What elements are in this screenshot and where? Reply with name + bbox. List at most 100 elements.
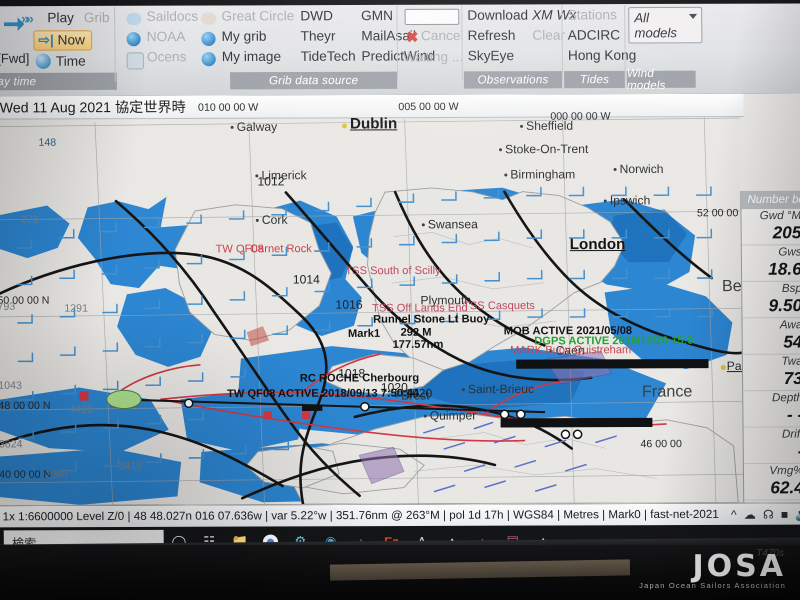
ribbon-group-observations: Download XM Wx Refresh Clear SkyEye Obse… [463, 3, 576, 89]
numbox-gwd-value: 205 [772, 223, 800, 243]
annotation-rc-roche-cherbourg: RC ROCHE Cherbourg [299, 372, 420, 385]
numbox-depth[interactable]: Depth - - [743, 391, 800, 428]
isobar-label-1014: 1014 [292, 272, 320, 287]
country-label-france: France [641, 383, 693, 401]
theyr-button[interactable]: Theyr [300, 28, 335, 43]
city-label-ipswich: Ipswich [609, 193, 651, 208]
wind-model-selected-value: All models [634, 10, 678, 41]
ribbon-toolbar: ➞ [Fwd] »» Play Grib ⇨| Now Time ay time… [0, 0, 800, 97]
now-button[interactable]: ⇨| Now [33, 30, 93, 51]
annotation-carnet-rock: Carnet Rock [249, 242, 312, 256]
city-dot-saint-brieuc [461, 388, 465, 392]
city-label-swansea: Swansea [427, 217, 478, 232]
wind-model-select[interactable]: All models [628, 6, 703, 44]
group-caption-tides: Tides [564, 70, 625, 89]
graticule-label-48n: 48 00 00 N [0, 399, 51, 413]
skyeye-button[interactable]: SkyEye [468, 48, 514, 63]
numbox-drift[interactable]: Drift - [743, 427, 800, 465]
graticule-label-52n: 52 00 00 [696, 207, 739, 220]
my-image-icon [201, 52, 216, 67]
sounding-4426: 4426 [69, 403, 94, 416]
josa-logo: JOSA [692, 549, 786, 584]
volume-icon[interactable]: 🔊 [795, 507, 800, 521]
laptop-screen: ➞ [Fwd] »» Play Grib ⇨| Now Time ay time… [0, 0, 800, 551]
battery-icon[interactable]: ■ [781, 507, 788, 521]
time-button[interactable]: Time [56, 54, 86, 69]
city-dot-quimper [423, 414, 427, 418]
numbox-gws-label: Gws [778, 246, 800, 259]
cancel-button[interactable]: Cancel [421, 28, 464, 43]
play-icon[interactable]: »» [21, 10, 31, 26]
ocens-button[interactable]: Ocens [147, 49, 187, 64]
numbox-vmg-pct[interactable]: Vmg% 62.4 [743, 463, 800, 501]
clock-icon [35, 53, 51, 69]
grib-button[interactable]: Grib [84, 10, 110, 25]
number-boxes-panel[interactable]: Number boxes Gwd °M 205 Gws 18.6 Bsp 9.5… [740, 190, 800, 506]
city-dot-norwich [613, 168, 617, 172]
clear-button[interactable]: Clear [532, 28, 565, 43]
chart-map-view[interactable]: Wed 11 Aug 2021 協定世界時 010 00 00 W 005 00… [0, 93, 800, 506]
city-label-saint-brieuc: Saint-Brieuc [467, 381, 535, 397]
cancel-x-icon[interactable]: ✖ [406, 29, 419, 46]
ribbon-group-grib-data-source: Saildocs NOAA Ocens Great Circle My grib… [118, 4, 435, 90]
numbox-awa[interactable]: Awa 54 [742, 318, 800, 355]
graticule-label-010w: 010 00 00 W [197, 101, 259, 114]
great-circle-button[interactable]: Great Circle [221, 8, 294, 23]
my-grib-icon [201, 31, 216, 47]
numbox-vmg-pct-label: Vmg% [769, 464, 800, 478]
adcirc-button[interactable]: ADCIRC [568, 27, 621, 42]
gmn-button[interactable]: GMN [361, 8, 393, 23]
city-dot-galway [230, 125, 234, 129]
saildocs-button[interactable]: Saildocs [146, 9, 198, 24]
group-caption-observations: Observations [463, 71, 563, 89]
sounding-1291: 1291 [64, 302, 89, 315]
city-label-sheffield: Sheffield [526, 118, 574, 133]
numbox-twa[interactable]: Twa 73 [742, 354, 800, 392]
great-circle-icon [201, 12, 217, 25]
annotation-tss-casquets: TSS Casquets [462, 299, 535, 313]
forecast-datetime: Wed 11 Aug 2021 協定世界時 [0, 98, 186, 116]
noaa-button[interactable]: NOAA [147, 29, 186, 44]
numbox-bsp[interactable]: Bsp 9.50 [742, 281, 800, 319]
transfer-progress-input[interactable] [404, 8, 460, 26]
download-button[interactable]: Download [467, 7, 528, 22]
sounding-3624: 3624 [0, 438, 23, 451]
sounding-148: 148 [38, 136, 57, 149]
sounding-271: 271 [20, 213, 39, 226]
country-label-be: Be [721, 277, 742, 296]
city-dot-paris [720, 364, 726, 371]
ribbon-group-display-time: ➞ [Fwd] »» Play Grib ⇨| Now Time ay time [0, 5, 117, 91]
graticule-label-005w: 005 00 00 W [398, 100, 459, 114]
chevron-up-icon[interactable]: ^ [731, 508, 737, 522]
chevron-down-icon [688, 13, 698, 20]
tidetech-button[interactable]: TideTech [301, 49, 356, 64]
numbox-gws[interactable]: Gws 18.6 [741, 245, 800, 282]
city-label-cork: Cork [261, 212, 288, 227]
numbox-awa-value: 54 [783, 332, 800, 352]
annotation-mark1: Mark1 [347, 327, 381, 340]
city-label-galway: Galway [236, 119, 278, 134]
numbox-awa-label: Awa [779, 319, 800, 332]
fwd-label: [Fwd] [0, 50, 30, 66]
numbox-bsp-value: 9.50 [768, 295, 800, 316]
sounding-2397: 2397 [45, 468, 70, 481]
numbox-twa-value: 73 [783, 368, 800, 389]
ocens-icon [126, 52, 145, 70]
onedrive-icon[interactable]: ☁ [744, 508, 756, 522]
isobar-label-1016: 1016 [335, 297, 363, 312]
numbox-gwd[interactable]: Gwd °M 205 [741, 208, 800, 246]
numbox-twa-label: Twa [781, 355, 800, 368]
my-image-button[interactable]: My image [222, 49, 281, 64]
play-button[interactable]: Play [47, 10, 74, 25]
annotation-distance: 177.57nm [392, 338, 444, 351]
group-caption-grib-data-source: Grib data source [230, 71, 398, 90]
stations-button[interactable]: Stations [567, 7, 617, 22]
my-grib-button[interactable]: My grib [222, 29, 267, 44]
network-icon[interactable]: ☊ [763, 508, 774, 522]
city-label-london: London [569, 235, 626, 254]
graticule-label-46n: 46 00 00 [640, 438, 682, 451]
refresh-button[interactable]: Refresh [467, 28, 515, 43]
city-label-norwich: Norwich [619, 161, 664, 177]
dwd-button[interactable]: DWD [300, 8, 333, 23]
annotation-tw-qf08-active: TW QF08 ACTIVE 2018/09/13 7:50:44 [227, 387, 420, 401]
